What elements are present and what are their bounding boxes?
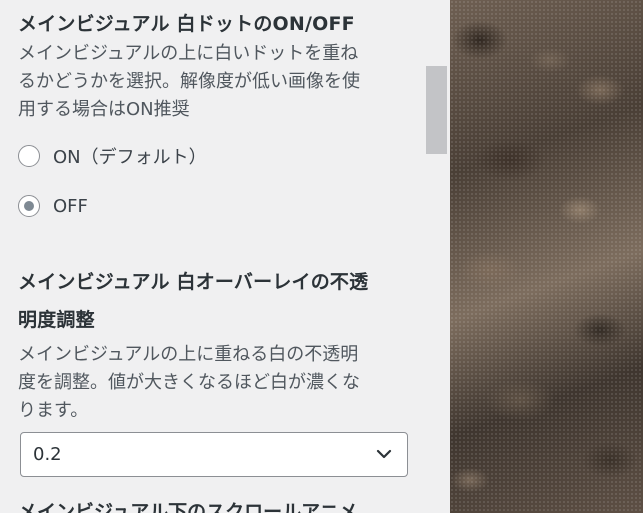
radio-option-on[interactable]: ON（デフォルト）: [18, 143, 207, 169]
customizer-controls-panel: メインビジュアル 白ドットのON/OFF メインビジュアルの上に白いドットを重ね…: [0, 0, 428, 513]
title-line: メインビジュアル 白オーバーレイの不透: [18, 271, 369, 293]
radio-button-on[interactable]: [18, 145, 40, 167]
overlay-opacity-select[interactable]: 0.2: [20, 432, 408, 477]
overlay-section-title: メインビジュアル 白オーバーレイの不透 明度調整: [18, 263, 413, 339]
description-line: るかどうかを選択。解像度が低い画像を使: [18, 71, 360, 92]
dots-section-title: メインビジュアル 白ドットのON/OFF: [18, 13, 355, 35]
description-line: メインビジュアルの上に重ねる白の不透明: [18, 344, 359, 365]
radio-option-off[interactable]: OFF: [18, 193, 88, 219]
description-line: 用する場合はON推奨: [18, 99, 190, 120]
description-line: 度を調整。値が大きくなるほど白が濃くな: [18, 372, 360, 393]
overlay-section-description: メインビジュアルの上に重ねる白の不透明 度を調整。値が大きくなるほど白が濃くな …: [18, 341, 403, 425]
next-section-title: メインビジュアル下のスクロールアニメ: [18, 501, 358, 513]
description-line: ります。: [18, 400, 89, 421]
dots-section-description: メインビジュアルの上に白いドットを重ね るかどうかを選択。解像度が低い画像を使 …: [18, 40, 403, 124]
description-line: メインビジュアルの上に白いドットを重ね: [18, 43, 359, 64]
select-value: 0.2: [33, 444, 62, 465]
title-line: 明度調整: [18, 309, 95, 331]
radio-label-off: OFF: [53, 195, 88, 217]
site-preview-image: [450, 0, 643, 513]
chevron-down-icon: [376, 449, 392, 459]
scrollbar-thumb[interactable]: [426, 66, 447, 154]
radio-button-off[interactable]: [18, 195, 40, 217]
radio-label-on: ON（デフォルト）: [53, 147, 207, 168]
